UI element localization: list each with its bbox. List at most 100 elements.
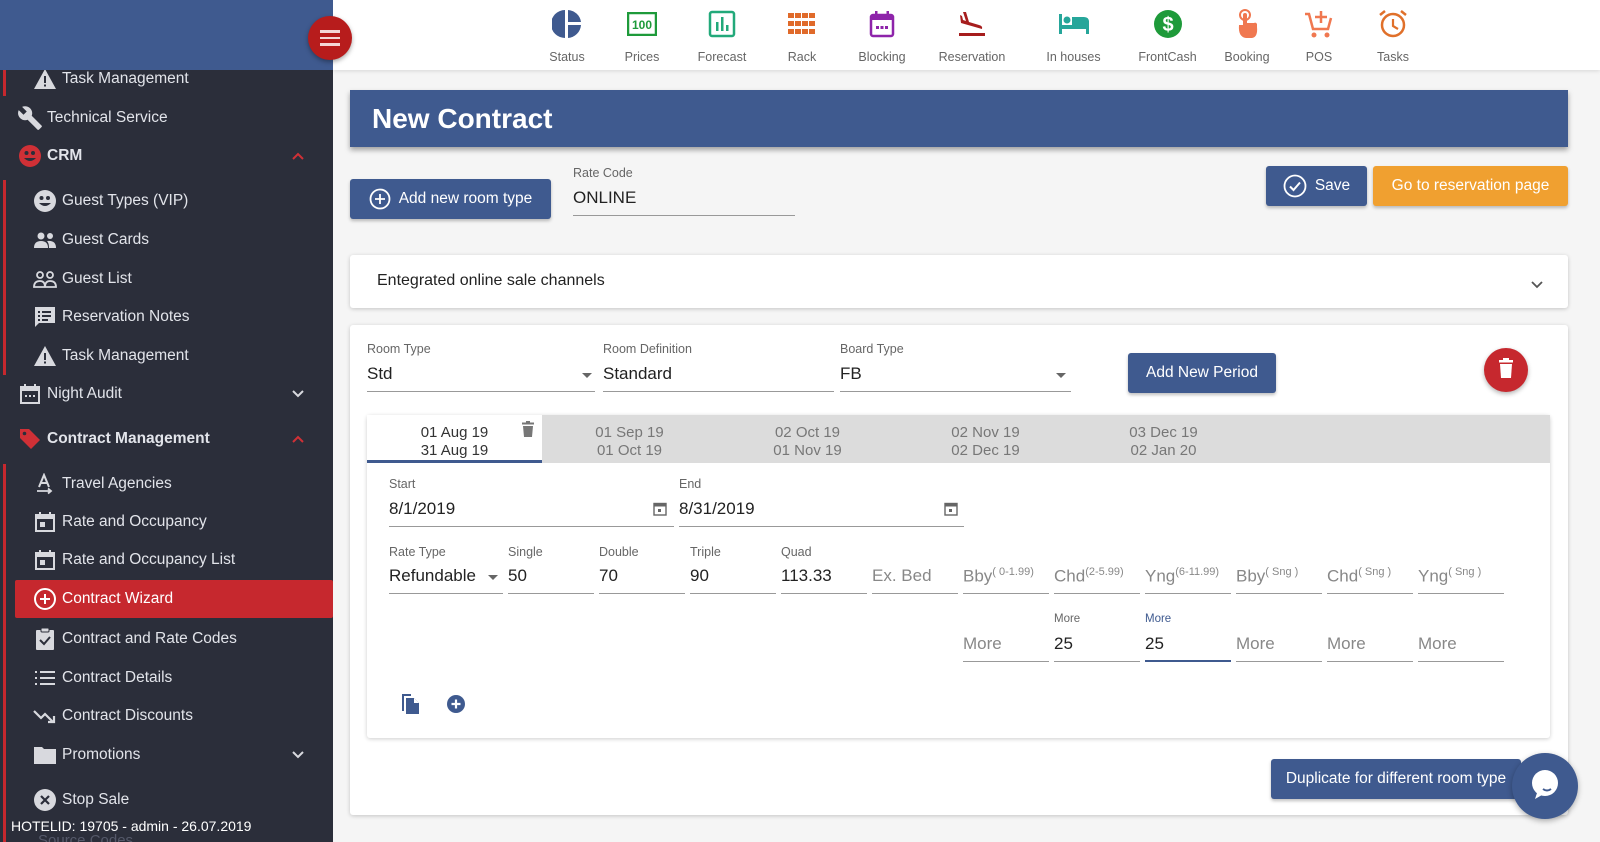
rate-code-label: Rate Code: [573, 166, 633, 180]
calendar-icon: [17, 381, 43, 407]
child-rate-input[interactable]: Chd(2-5.99): [1054, 566, 1140, 594]
sidebar-item-travel-agencies[interactable]: Travel Agencies: [0, 465, 333, 503]
sidebar-item-night-audit[interactable]: Night Audit: [0, 375, 333, 413]
toolbar-label: Blocking: [858, 50, 906, 64]
young-more-label: More: [1145, 613, 1172, 625]
period-end: 02 Jan 20: [1130, 442, 1197, 459]
sidebar-item-contract-rate-codes[interactable]: Contract and Rate Codes: [0, 620, 333, 658]
sidebar-item-contract-management[interactable]: Contract Management: [0, 420, 333, 458]
toolbar-label: POS: [1305, 50, 1333, 64]
sidebar-item-rate-occupancy[interactable]: Rate and Occupancy: [0, 503, 333, 541]
menu-toggle-button[interactable]: [308, 16, 352, 60]
child-single-more-input[interactable]: More: [1327, 634, 1413, 662]
period-tab[interactable]: 01 Sep 19 01 Oct 19: [542, 415, 717, 463]
baby-rate-input[interactable]: Bby( 0-1.99): [963, 566, 1049, 594]
trash-icon[interactable]: [522, 421, 534, 442]
rate-type-select[interactable]: Refundable: [389, 566, 503, 594]
child-single-rate-input[interactable]: Chd( Sng ): [1327, 566, 1413, 594]
sidebar-item-crm[interactable]: CRM: [0, 137, 333, 175]
toolbar-forecast[interactable]: Forecast: [682, 6, 762, 64]
sidebar-item-guest-cards[interactable]: Guest Cards: [0, 221, 333, 259]
dropdown-arrow-icon: [1056, 373, 1066, 378]
calendar-icon: [32, 547, 58, 573]
quad-rate-input[interactable]: 113.33: [781, 566, 867, 594]
toolbar-label: Forecast: [697, 50, 747, 64]
period-tab[interactable]: 03 Dec 19 02 Jan 20: [1076, 415, 1251, 463]
toolbar-frontcash[interactable]: $ FrontCash: [1115, 6, 1220, 64]
extra-bed-input[interactable]: Ex. Bed: [872, 566, 958, 594]
sidebar-item-contract-wizard[interactable]: Contract Wizard: [15, 580, 333, 618]
young-single-rate-input[interactable]: Yng( Sng ): [1418, 566, 1504, 594]
sidebar-item-label: Guest Cards: [62, 231, 150, 248]
sidebar-item-promotions[interactable]: Promotions: [0, 736, 333, 774]
sidebar-item-rate-occupancy-list[interactable]: Rate and Occupancy List: [0, 541, 333, 579]
field-age-range: (6-11.99): [1175, 566, 1220, 578]
room-definition-input[interactable]: Standard: [603, 364, 834, 392]
double-rate-input[interactable]: 70: [599, 566, 685, 594]
sidebar-item-contract-details[interactable]: Contract Details: [0, 659, 333, 697]
text-direction-icon: [32, 471, 58, 497]
period-end: 31 Aug 19: [420, 442, 489, 459]
start-date-input[interactable]: 8/1/2019: [389, 499, 674, 527]
grid-icon: [762, 6, 842, 42]
toolbar-label: In houses: [1046, 50, 1101, 64]
child-more-input[interactable]: 25: [1054, 634, 1140, 662]
sidebar-item-technical-service[interactable]: Technical Service: [0, 99, 333, 137]
add-new-period-button[interactable]: Add New Period: [1128, 353, 1276, 393]
end-date-input[interactable]: 8/31/2019: [679, 499, 964, 527]
sidebar-item-guest-list[interactable]: Guest List: [0, 260, 333, 298]
bed-icon: [1021, 6, 1126, 42]
sidebar-item-stop-sale[interactable]: Stop Sale: [0, 781, 333, 819]
toolbar-status[interactable]: Status: [527, 6, 607, 64]
calendar-icon[interactable]: [944, 501, 958, 521]
check-circle-icon: [1283, 174, 1307, 198]
add-period-row-icon[interactable]: [446, 694, 466, 719]
field-age-range: ( Sng ): [1358, 566, 1392, 578]
board-type-select[interactable]: FB: [840, 364, 1071, 392]
young-more-input[interactable]: 25: [1145, 634, 1231, 662]
single-rate-input[interactable]: 50: [508, 566, 594, 594]
toolbar-rack[interactable]: Rack: [762, 6, 842, 64]
sidebar-item-guest-types[interactable]: Guest Types (VIP): [0, 182, 333, 220]
sidebar-item-label: Reservation Notes: [62, 308, 190, 325]
go-to-reservation-button[interactable]: Go to reservation page: [1373, 166, 1568, 206]
sidebar-item-task-management[interactable]: Task Management: [0, 337, 333, 375]
period-tab[interactable]: 01 Aug 19 31 Aug 19: [367, 415, 542, 463]
sidebar-item-label: Task Management: [62, 70, 189, 87]
wrench-icon: [17, 105, 43, 131]
duplicate-room-type-button[interactable]: Duplicate for different room type: [1271, 759, 1521, 799]
quad-label: Quad: [781, 545, 812, 559]
period-tab[interactable]: 02 Nov 19 02 Dec 19: [898, 415, 1073, 463]
period-tab[interactable]: 02 Oct 19 01 Nov 19: [720, 415, 895, 463]
calendar-icon[interactable]: [653, 501, 667, 521]
young-rate-input[interactable]: Yng(6-11.99): [1145, 566, 1231, 594]
close-circle-icon: [32, 787, 58, 813]
sidebar-item-reservation-notes[interactable]: Reservation Notes: [0, 298, 333, 336]
sidebar-item-contract-discounts[interactable]: Contract Discounts: [0, 697, 333, 735]
baby-single-more-input[interactable]: More: [1236, 634, 1322, 662]
toolbar-pos[interactable]: POS: [1279, 6, 1359, 64]
toolbar-tasks[interactable]: Tasks: [1353, 6, 1433, 64]
toolbar-in-houses[interactable]: In houses: [1021, 6, 1126, 64]
toolbar-prices[interactable]: 100 Prices: [602, 6, 682, 64]
hotel-info-footer: HOTELID: 19705 - admin - 26.07.2019: [11, 818, 252, 834]
toolbar-blocking[interactable]: Blocking: [842, 6, 922, 64]
toolbar-reservation[interactable]: Reservation: [922, 6, 1022, 64]
tag-icon: [17, 426, 43, 452]
list-icon: [32, 665, 58, 691]
delete-room-button[interactable]: [1484, 348, 1528, 392]
room-type-select[interactable]: Std: [367, 364, 595, 392]
baby-more-input[interactable]: More: [963, 634, 1049, 662]
start-date-label: Start: [389, 477, 416, 491]
chat-button[interactable]: [1512, 753, 1578, 819]
triple-rate-input[interactable]: 90: [690, 566, 776, 594]
young-single-more-input[interactable]: More: [1418, 634, 1504, 662]
online-channels-panel[interactable]: Entegrated online sale channels: [350, 255, 1568, 308]
add-room-type-button[interactable]: Add new room type: [350, 179, 551, 219]
toolbar-booking[interactable]: Booking: [1207, 6, 1287, 64]
chevron-up-icon: [291, 431, 305, 449]
rate-code-input[interactable]: ONLINE: [573, 188, 795, 216]
baby-single-rate-input[interactable]: Bby( Sng ): [1236, 566, 1322, 594]
save-button[interactable]: Save: [1266, 166, 1367, 206]
copy-period-icon[interactable]: [401, 693, 421, 720]
